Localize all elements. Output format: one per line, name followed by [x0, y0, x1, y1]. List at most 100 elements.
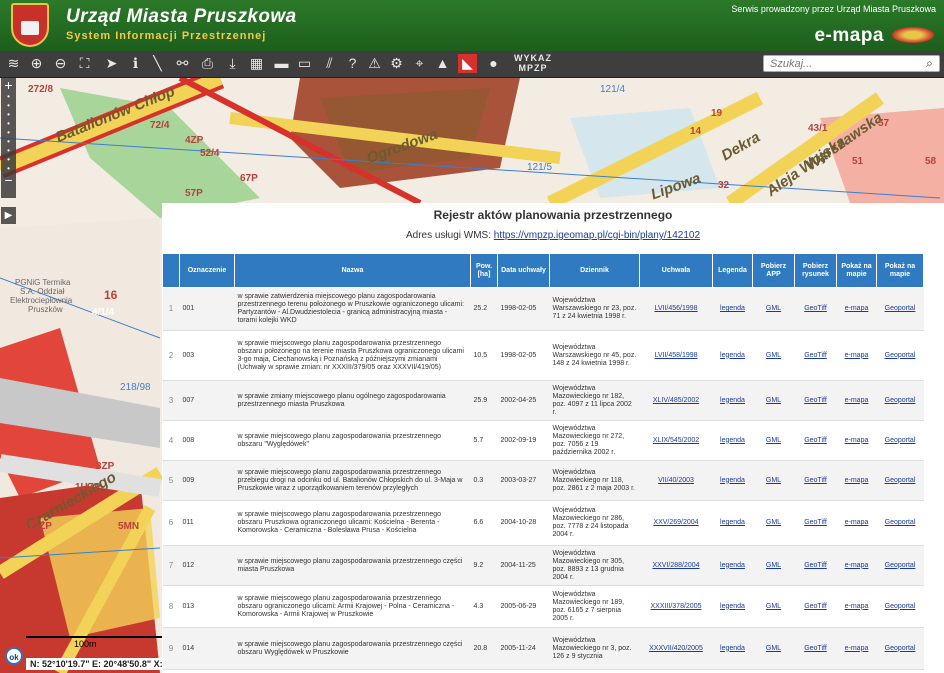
city-crest-logo: [11, 3, 49, 47]
zoom-extent-icon[interactable]: ⛶: [75, 54, 94, 73]
zoom-plus-icon[interactable]: +: [1, 78, 16, 92]
download-drawing-link[interactable]: GeoTiff: [804, 305, 827, 312]
legend-link[interactable]: legenda: [720, 519, 745, 526]
legend-link[interactable]: legenda: [720, 397, 745, 404]
download-icon[interactable]: ⤓: [223, 54, 242, 73]
select-pointer-icon[interactable]: ➤: [102, 54, 121, 73]
show-on-emapa-link-cell: e-mapa: [836, 380, 877, 421]
download-drawing-link[interactable]: GeoTiff: [804, 477, 827, 484]
layers-icon[interactable]: ≋: [4, 54, 23, 73]
flag-icon[interactable]: ◣: [458, 54, 477, 73]
pin-icon[interactable]: ●: [484, 54, 503, 73]
download-drawing-link[interactable]: GeoTiff: [804, 352, 827, 359]
resolution-link[interactable]: XXXVII/420/2005: [649, 645, 703, 652]
show-on-emapa-link[interactable]: e-mapa: [845, 519, 869, 526]
resolution-link[interactable]: LVII/458/1998: [654, 352, 697, 359]
show-on-geoportal-link[interactable]: Geoportal: [885, 397, 916, 404]
show-on-geoportal-link[interactable]: Geoportal: [885, 305, 916, 312]
legend-link[interactable]: legenda: [720, 603, 745, 610]
resolution-link[interactable]: XXVI/288/2004: [652, 562, 699, 569]
journal-reference: Województwa Mazowieckiego nr 118, poz. 2…: [552, 468, 636, 492]
search-icon[interactable]: ⌕: [921, 55, 938, 72]
zoom-level-ticks[interactable]: • • • • • • • • •: [1, 92, 16, 173]
show-on-geoportal-link[interactable]: Geoportal: [885, 477, 916, 484]
journal-reference-cell: Województwa Mazowieckiego nr 305, poz. 8…: [549, 545, 640, 586]
hatch-icon[interactable]: ⫽: [320, 54, 339, 73]
window-icon[interactable]: ▬: [272, 54, 291, 73]
parcel-label: 51: [852, 156, 864, 167]
show-on-emapa-link[interactable]: e-mapa: [845, 305, 869, 312]
measure-distance-icon[interactable]: ╲: [148, 54, 167, 73]
help-icon[interactable]: ?: [343, 54, 362, 73]
legend-link[interactable]: legenda: [720, 645, 745, 652]
wms-link[interactable]: https://vmpzp.igeomap.pl/cgi-bin/plany/1…: [494, 230, 700, 241]
link-icon[interactable]: ⚯: [173, 54, 192, 73]
row-number: 9: [168, 643, 174, 653]
zoom-out-icon[interactable]: ⊖: [51, 54, 70, 73]
resolution-link[interactable]: XXXIII/378/2005: [651, 603, 702, 610]
download-app-link[interactable]: GML: [766, 519, 781, 526]
zoom-slider[interactable]: + • • • • • • • • • −: [1, 78, 16, 198]
download-app-link[interactable]: GML: [766, 603, 781, 610]
zoom-minus-icon[interactable]: −: [1, 173, 16, 187]
download-drawing-link[interactable]: GeoTiff: [804, 519, 827, 526]
show-on-geoportal-link[interactable]: Geoportal: [885, 603, 916, 610]
show-on-emapa-link[interactable]: e-mapa: [845, 397, 869, 404]
terrain-icon[interactable]: ▲: [433, 54, 452, 73]
download-app-link[interactable]: GML: [766, 645, 781, 652]
show-on-geoportal-link[interactable]: Geoportal: [885, 645, 916, 652]
table-icon[interactable]: ▦: [247, 54, 266, 73]
resolution-link[interactable]: VII/40/2003: [658, 477, 694, 484]
download-app-link[interactable]: GML: [766, 352, 781, 359]
download-app-link[interactable]: GML: [766, 477, 781, 484]
show-on-emapa-link[interactable]: e-mapa: [845, 352, 869, 359]
resolution-link[interactable]: XLIX/545/2002: [653, 437, 699, 444]
table-row: 7 012 w sprawie miejscowego planu zagospod…: [162, 545, 924, 586]
expand-panel-icon[interactable]: ▶: [1, 207, 16, 224]
row-number: 2: [168, 350, 174, 360]
legend-link[interactable]: legenda: [720, 437, 745, 444]
emapa-logo-icon[interactable]: [892, 27, 934, 43]
download-app-link[interactable]: GML: [766, 437, 781, 444]
show-on-emapa-link[interactable]: e-mapa: [845, 645, 869, 652]
print-icon[interactable]: ⎙: [198, 54, 217, 73]
ok-button[interactable]: ok: [5, 647, 23, 665]
wykaz-mpzp-button[interactable]: WYKAZ MPZP: [514, 53, 552, 73]
download-drawing-link[interactable]: GeoTiff: [804, 603, 827, 610]
zoom-in-icon[interactable]: ⊕: [27, 54, 46, 73]
legend-link[interactable]: legenda: [720, 305, 745, 312]
resolution-link[interactable]: LVII/456/1998: [654, 305, 697, 312]
comment-icon[interactable]: ▭: [295, 54, 314, 73]
download-app-link[interactable]: GML: [766, 305, 781, 312]
show-on-geoportal-link[interactable]: Geoportal: [885, 519, 916, 526]
plan-area-cell: 25.9: [470, 380, 498, 421]
show-on-geoportal-link[interactable]: Geoportal: [885, 437, 916, 444]
search-input[interactable]: [763, 55, 940, 72]
row-number-cell: 3: [162, 380, 180, 421]
legend-link[interactable]: legenda: [720, 477, 745, 484]
settings-icon[interactable]: ⚙: [387, 54, 406, 73]
download-app-link[interactable]: GML: [766, 562, 781, 569]
resolution-link[interactable]: XLIV/485/2002: [653, 397, 699, 404]
emapa-brand[interactable]: e-mapa: [814, 25, 884, 47]
download-drawing-link[interactable]: GeoTiff: [804, 397, 827, 404]
download-app-link[interactable]: GML: [766, 397, 781, 404]
resolution-link[interactable]: XXV/269/2004: [653, 519, 698, 526]
show-on-emapa-link[interactable]: e-mapa: [845, 437, 869, 444]
legend-link[interactable]: legenda: [720, 352, 745, 359]
download-drawing-link[interactable]: GeoTiff: [804, 645, 827, 652]
show-on-emapa-link[interactable]: e-mapa: [845, 562, 869, 569]
show-on-geoportal-link[interactable]: Geoportal: [885, 352, 916, 359]
plan-id: 013: [182, 602, 195, 610]
show-on-geoportal-link[interactable]: Geoportal: [885, 562, 916, 569]
resolution-date-cell: 2005-06-29: [497, 585, 550, 628]
show-on-emapa-link-cell: e-mapa: [836, 545, 877, 586]
warning-icon[interactable]: ⚠: [365, 54, 384, 73]
download-drawing-link[interactable]: GeoTiff: [804, 437, 827, 444]
download-drawing-link[interactable]: GeoTiff: [804, 562, 827, 569]
show-on-emapa-link[interactable]: e-mapa: [845, 477, 869, 484]
location-icon[interactable]: ⌖: [410, 54, 429, 73]
legend-link[interactable]: legenda: [720, 562, 745, 569]
show-on-emapa-link[interactable]: e-mapa: [845, 603, 869, 610]
info-icon[interactable]: ℹ: [126, 54, 145, 73]
